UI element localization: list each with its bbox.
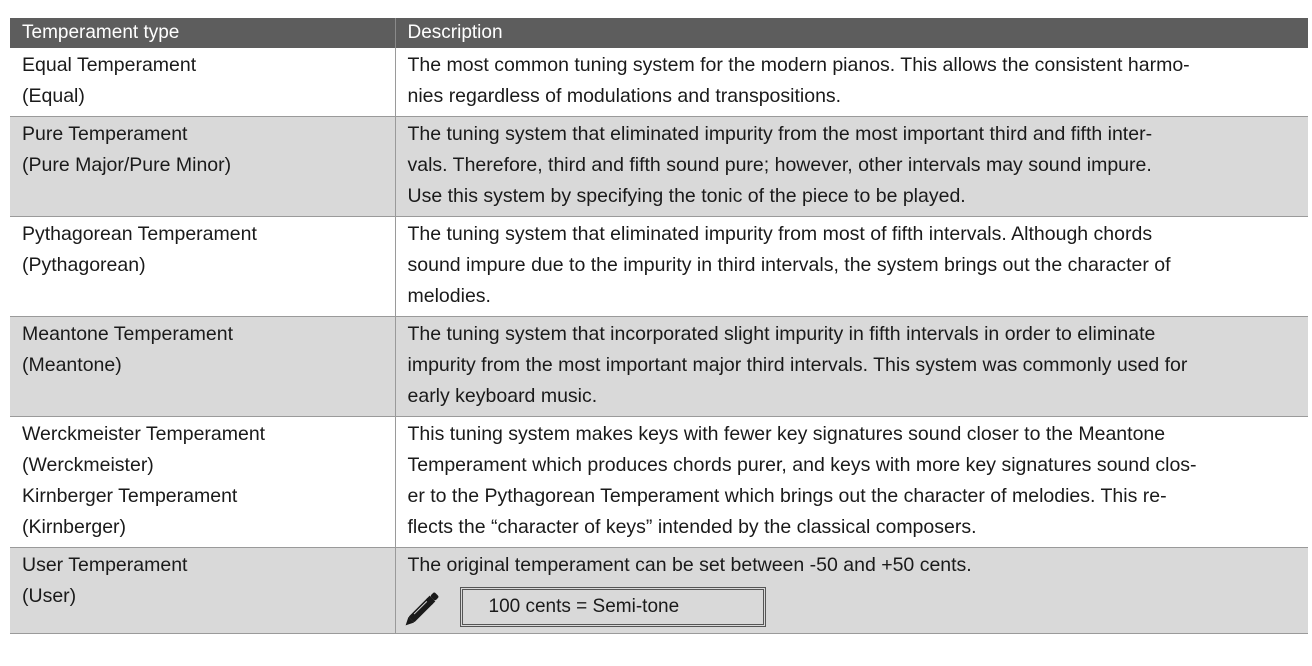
desc-line: vals. Therefore, third and fifth sound p… <box>407 154 1152 176</box>
temperament-type-cell: Pythagorean Temperament (Pythagorean) <box>10 216 396 317</box>
type-line: Meantone Temperament <box>22 323 234 345</box>
type-line: (Pure Major/Pure Minor) <box>22 154 232 176</box>
table-row: Pure Temperament (Pure Major/Pure Minor)… <box>10 116 1308 217</box>
table-row: Werckmeister Temperament (Werckmeister) … <box>10 416 1308 548</box>
description-cell: The most common tuning system for the mo… <box>395 48 1308 117</box>
description-cell: This tuning system makes keys with fewer… <box>395 416 1308 548</box>
desc-line: This tuning system makes keys with fewer… <box>407 423 1166 445</box>
type-line: Pythagorean Temperament <box>22 223 257 245</box>
type-line: Kirnberger Temperament <box>22 485 238 507</box>
desc-line: sound impure due to the impurity in thir… <box>407 254 1171 276</box>
table-row: Pythagorean Temperament (Pythagorean) Th… <box>10 216 1308 317</box>
description-cell: The tuning system that eliminated impuri… <box>395 116 1308 217</box>
table-row: Equal Temperament (Equal) The most commo… <box>10 48 1308 117</box>
type-line: (Pythagorean) <box>22 254 146 276</box>
temperament-type-cell: Meantone Temperament (Meantone) <box>10 316 396 417</box>
desc-line: The tuning system that eliminated impuri… <box>407 223 1153 245</box>
note-box: 100 cents = Semi-tone <box>459 587 766 627</box>
desc-line: The original temperament can be set betw… <box>407 554 972 576</box>
table-row: User Temperament (User) The original tem… <box>10 547 1308 634</box>
temperament-type-cell: User Temperament (User) <box>10 547 396 634</box>
temperament-type-cell: Pure Temperament (Pure Major/Pure Minor) <box>10 116 396 217</box>
type-line: (Meantone) <box>22 354 122 376</box>
type-line: (Werckmeister) <box>22 454 154 476</box>
temperament-table: Temperament type Description Equal Tempe… <box>10 18 1308 634</box>
table-row: Meantone Temperament (Meantone) The tuni… <box>10 316 1308 417</box>
temperament-type-cell: Equal Temperament (Equal) <box>10 48 396 117</box>
type-line: (User) <box>22 585 77 607</box>
type-line: (Equal) <box>22 85 85 107</box>
type-line: Pure Temperament <box>22 123 188 145</box>
header-temperament-type: Temperament type <box>10 18 396 48</box>
type-line: User Temperament <box>22 554 188 576</box>
desc-line: melodies. <box>407 285 491 307</box>
header-description: Description <box>395 18 1308 48</box>
type-line: (Kirnberger) <box>22 516 127 538</box>
temperament-type-cell: Werckmeister Temperament (Werckmeister) … <box>10 416 396 548</box>
description-cell: The tuning system that eliminated impuri… <box>395 216 1308 317</box>
desc-line: The tuning system that incorporated slig… <box>407 323 1156 345</box>
note-row: 100 cents = Semi-tone <box>405 585 1299 629</box>
type-line: Equal Temperament <box>22 54 197 76</box>
type-line: Werckmeister Temperament <box>22 423 266 445</box>
desc-line: impurity from the most important major t… <box>407 354 1188 376</box>
table-header-row: Temperament type Description <box>10 18 1308 48</box>
desc-line: Temperament which produces chords purer,… <box>407 454 1197 476</box>
desc-line: nies regardless of modulations and trans… <box>407 85 842 107</box>
desc-line: er to the Pythagorean Temperament which … <box>407 485 1167 507</box>
pencil-icon <box>405 592 438 626</box>
desc-line: Use this system by specifying the tonic … <box>407 185 966 207</box>
desc-line: The tuning system that eliminated impuri… <box>407 123 1153 145</box>
desc-line: early keyboard music. <box>407 385 598 407</box>
desc-line: The most common tuning system for the mo… <box>407 54 1190 76</box>
desc-line: flects the “character of keys” intended … <box>407 516 977 538</box>
description-cell: The original temperament can be set betw… <box>395 547 1308 634</box>
description-cell: The tuning system that incorporated slig… <box>395 316 1308 417</box>
